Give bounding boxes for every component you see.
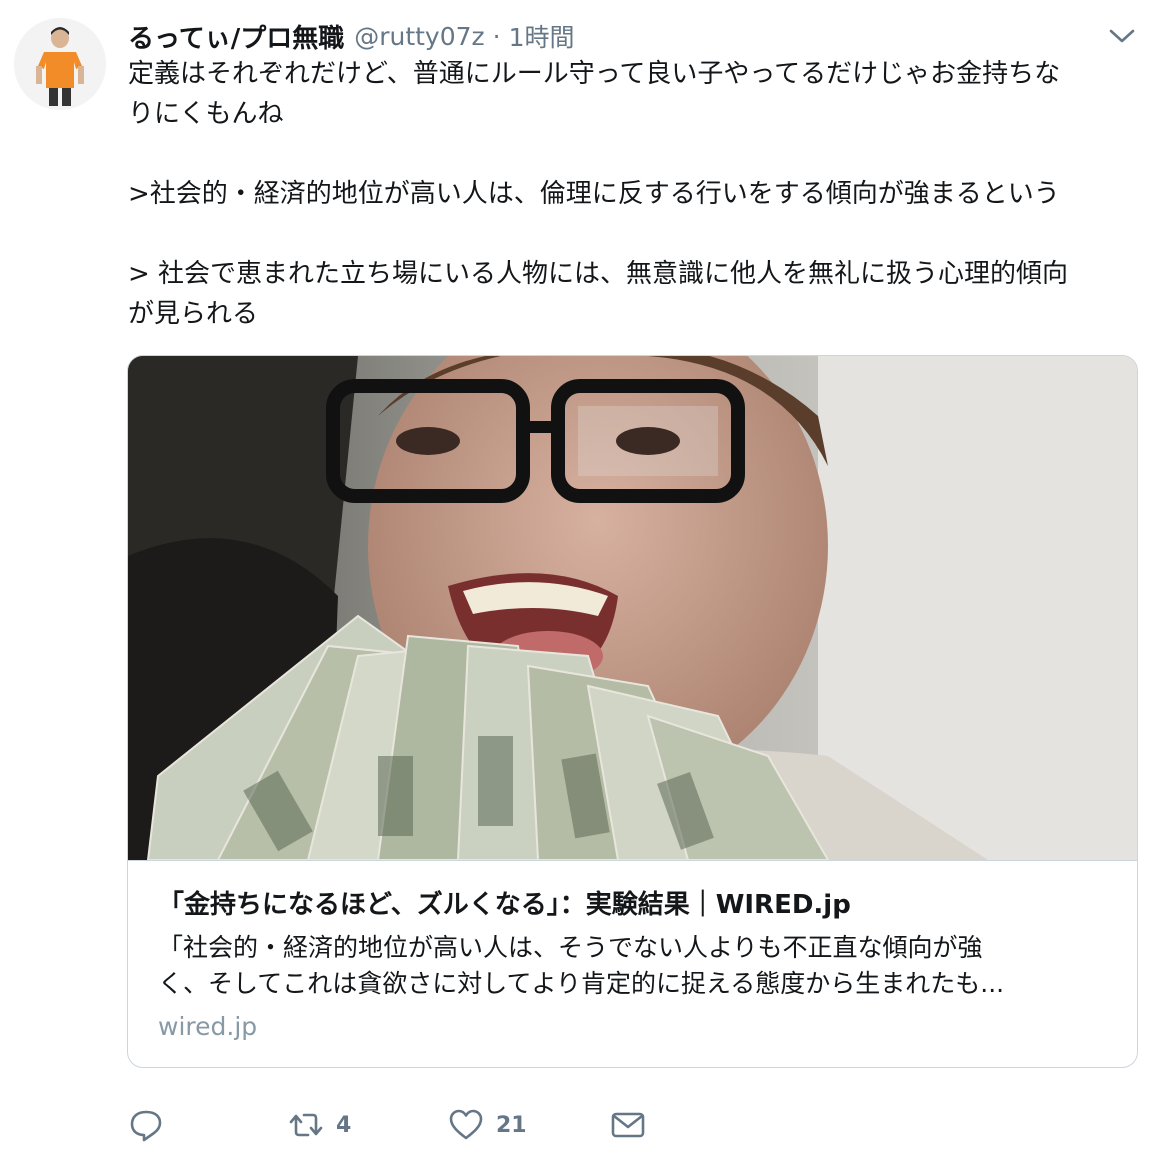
tweet-line: >社会的・経済的地位が高い人は、倫理に反する行いをする傾向が強まるという — [128, 179, 1060, 209]
retweet-button[interactable]: 4 — [288, 1100, 351, 1150]
separator-dot: · — [492, 21, 501, 51]
display-name[interactable]: るってぃ/プロ無職 — [128, 18, 344, 55]
like-count: 21 — [496, 1112, 527, 1138]
tweet: るってぃ/プロ無職 @rutty07z · 1時間 定義はそれぞれだけど、普通に… — [0, 0, 1168, 1162]
reply-button[interactable] — [128, 1100, 164, 1150]
like-button[interactable]: 21 — [448, 1100, 527, 1150]
card-image[interactable] — [128, 356, 1137, 861]
card-domain: wired.jp — [158, 1012, 258, 1041]
card-description: 「社会的・経済的地位が高い人は、そうでない人よりも不正直な傾向が強 く、そしてこ… — [158, 930, 1108, 1002]
tweet-actions: 4 21 — [128, 1100, 1028, 1150]
card-description-line: く、そしてこれは貪欲さに対してより肯定的に捉える態度から生まれたも... — [158, 969, 1005, 998]
tweet-text: 定義はそれぞれだけど、普通にルール守って良い子やってるだけじゃお金持ちな りにく… — [128, 54, 1138, 334]
envelope-icon — [610, 1107, 646, 1143]
reply-icon — [128, 1107, 164, 1143]
timestamp[interactable]: 1時間 — [509, 18, 575, 54]
tweet-header: るってぃ/プロ無職 @rutty07z · 1時間 — [128, 16, 1108, 56]
tweet-line: りにくもんね — [128, 99, 284, 129]
chevron-down-icon[interactable] — [1104, 22, 1140, 50]
user-handle[interactable]: @rutty07z — [354, 22, 484, 51]
link-card[interactable]: 「金持ちになるほど、ズルくなる」：実験結果｜WIRED.jp 「社会的・経済的地… — [127, 355, 1138, 1068]
direct-message-button[interactable] — [610, 1100, 646, 1150]
avatar[interactable] — [14, 18, 106, 110]
tweet-line: が見られる — [128, 299, 259, 329]
retweet-icon — [288, 1107, 324, 1143]
heart-icon — [448, 1107, 484, 1143]
tweet-line: > 社会で恵まれた立ち場にいる人物には、無意識に他人を無礼に扱う心理的傾向 — [128, 259, 1069, 289]
card-description-line: 「社会的・経済的地位が高い人は、そうでない人よりも不正直な傾向が強 — [158, 933, 983, 962]
card-title[interactable]: 「金持ちになるほど、ズルくなる」：実験結果｜WIRED.jp — [158, 884, 1118, 921]
retweet-count: 4 — [336, 1112, 352, 1138]
tweet-line: 定義はそれぞれだけど、普通にルール守って良い子やってるだけじゃお金持ちな — [128, 59, 1061, 89]
